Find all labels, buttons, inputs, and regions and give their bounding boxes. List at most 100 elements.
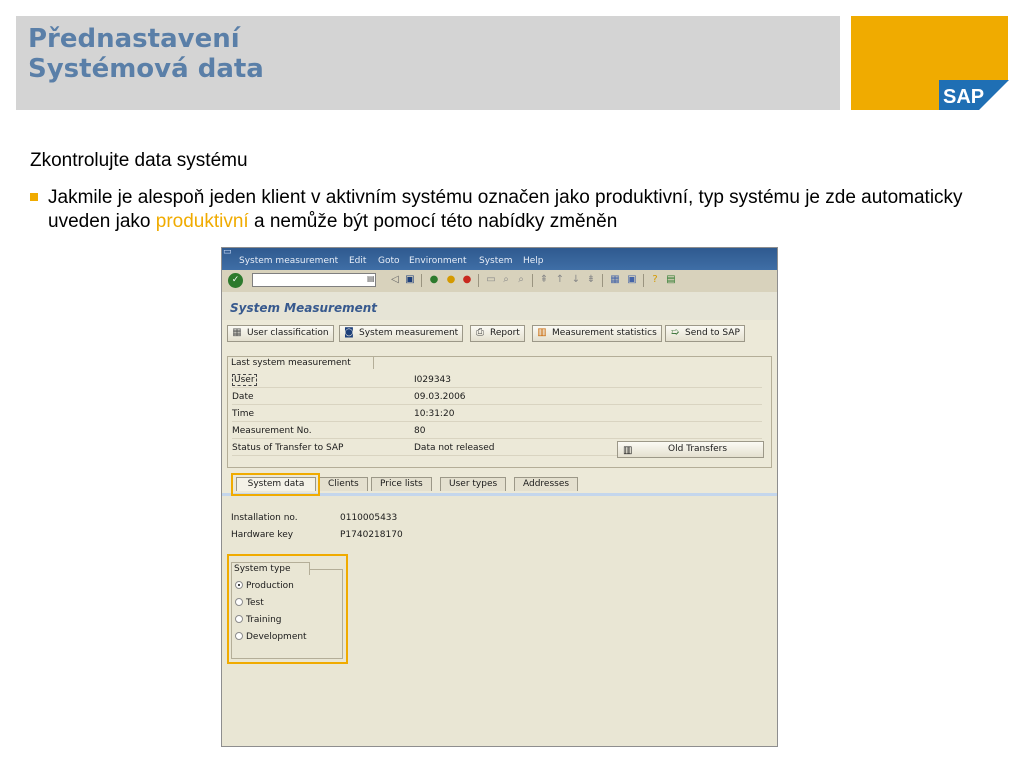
prev-page-icon[interactable]: ↑ [553,273,567,287]
toolbar-separator [421,274,422,287]
menu-system-measurement[interactable]: System measurement [239,256,338,266]
send-to-sap-label: Send to SAP [685,328,740,338]
tab-price-lists[interactable]: Price lists [371,477,432,491]
command-field[interactable] [252,273,376,287]
menu-goto[interactable]: Goto [378,256,400,266]
slide-header: Přednastavení Systémová data [16,16,840,110]
measure-icon: ◙ [344,327,354,338]
next-page-icon[interactable]: ↓ [569,273,583,287]
help-icon[interactable]: ? [648,273,662,287]
menu-environment[interactable]: Environment [409,256,466,266]
send-icon: ➯ [670,327,680,338]
enter-icon[interactable]: ✓ [228,273,243,288]
radio-test[interactable]: Test [235,598,264,608]
measurement-no-label: Measurement No. [232,426,312,436]
subheading: Zkontrolujte data systému [30,150,248,171]
toolbar-separator [643,274,644,287]
grid-icon: ▦ [232,327,242,338]
first-page-icon[interactable]: ⇞ [537,273,551,287]
system-menu-icon[interactable]: ▭ [223,248,232,257]
row-divider [232,404,762,405]
row-divider [232,438,762,439]
tab-addresses[interactable]: Addresses [514,477,579,491]
find-icon[interactable]: ⌕ [499,273,513,287]
standard-toolbar: ✓ ▤ ◁ ▣ ● ● ● ▭ ⌕ ⌕ ⇞ ↑ ↓ ⇟ ▦ ▣ ? ▤ [222,270,777,293]
print-icon: ⎙ [476,327,484,338]
system-type-title: System type [231,562,310,575]
system-measurement-button[interactable]: ◙ System measurement [339,325,464,342]
radio-training[interactable]: Training [235,615,282,625]
slide-title-line2: Systémová data [28,54,264,84]
sap-logo: SAP [939,80,1009,110]
menu-system[interactable]: System [479,256,513,266]
radio-production[interactable]: Production [235,581,294,591]
back-icon[interactable]: ◁ [388,273,402,287]
new-session-icon[interactable]: ▦ [608,273,622,287]
exit-icon[interactable]: ● [444,273,458,287]
user-classification-label: User classification [247,328,329,338]
user-label-text: User [232,374,257,386]
find-next-icon[interactable]: ⌕ [514,273,528,287]
cancel-icon[interactable]: ● [460,273,474,287]
tab-clients[interactable]: Clients [319,477,368,491]
command-history-icon[interactable]: ▤ [367,274,375,283]
radio-dot [235,581,243,589]
radio-test-label: Test [246,598,264,608]
time-label: Time [232,409,255,419]
old-transfers-label: Old Transfers [668,444,728,454]
menu-bar: ▭ System measurement Edit Goto Environme… [222,248,777,270]
radio-training-label: Training [246,615,282,625]
slide-title: Přednastavení Systémová data [28,24,264,84]
report-button[interactable]: ⎙ Report [470,325,525,342]
screen-title: System Measurement [230,301,378,315]
report-label: Report [490,328,520,338]
transfer-status-value: Data not released [414,443,495,453]
last-page-icon[interactable]: ⇟ [584,273,598,287]
back-nav-icon[interactable]: ● [427,273,441,287]
tab-highlight [231,473,320,496]
date-label: Date [232,392,254,402]
table-icon: ▥ [623,445,633,456]
bullet-text: Jakmile je alespoň jeden klient v aktivn… [48,186,1008,234]
installation-value: 0110005433 [340,513,398,523]
radio-production-label: Production [246,581,294,591]
radio-development-label: Development [246,632,307,642]
system-measurement-label: System measurement [359,328,459,338]
menu-help[interactable]: Help [523,256,544,266]
tab-user-types[interactable]: User types [440,477,507,491]
user-value: I029343 [414,375,452,385]
bullet-highlight: produktivní [155,211,249,232]
measurement-statistics-button[interactable]: ▥ Measurement statistics [532,325,662,342]
date-value: 09.03.2006 [414,392,466,402]
measurement-no-value: 80 [414,426,426,436]
installation-label: Installation no. [231,513,298,523]
user-label: User [232,374,257,386]
radio-development[interactable]: Development [235,632,307,642]
toolbar-separator [602,274,603,287]
radio-dot [235,598,243,606]
send-to-sap-button[interactable]: ➯ Send to SAP [665,325,745,342]
bullet-text-after: a nemůže být pomocí této nabídky změněn [248,211,618,232]
radio-dot [235,632,243,640]
title-bar: System Measurement [222,292,777,320]
layout-icon[interactable]: ▤ [664,273,678,287]
sap-window: ▭ System measurement Edit Goto Environme… [221,247,778,747]
user-classification-button[interactable]: ▦ User classification [227,325,334,342]
time-value: 10:31:20 [414,409,455,419]
hardware-key-label: Hardware key [231,530,294,540]
menu-edit[interactable]: Edit [349,256,366,266]
radio-dot [235,615,243,623]
old-transfers-button[interactable]: ▥ Old Transfers [617,441,764,458]
transfer-status-label: Status of Transfer to SAP [232,443,344,453]
toolbar-separator [478,274,479,287]
slide-title-line1: Přednastavení [28,24,240,54]
print-icon[interactable]: ▭ [484,273,498,287]
toolbar-separator [532,274,533,287]
measurement-statistics-label: Measurement statistics [552,328,657,338]
save-icon[interactable]: ▣ [403,273,417,287]
hardware-key-value: P1740218170 [340,530,403,540]
sap-logo-text: SAP [943,86,984,108]
shortcut-icon[interactable]: ▣ [625,273,639,287]
chart-icon: ▥ [537,327,547,338]
last-measurement-title: Last system measurement [227,356,374,369]
